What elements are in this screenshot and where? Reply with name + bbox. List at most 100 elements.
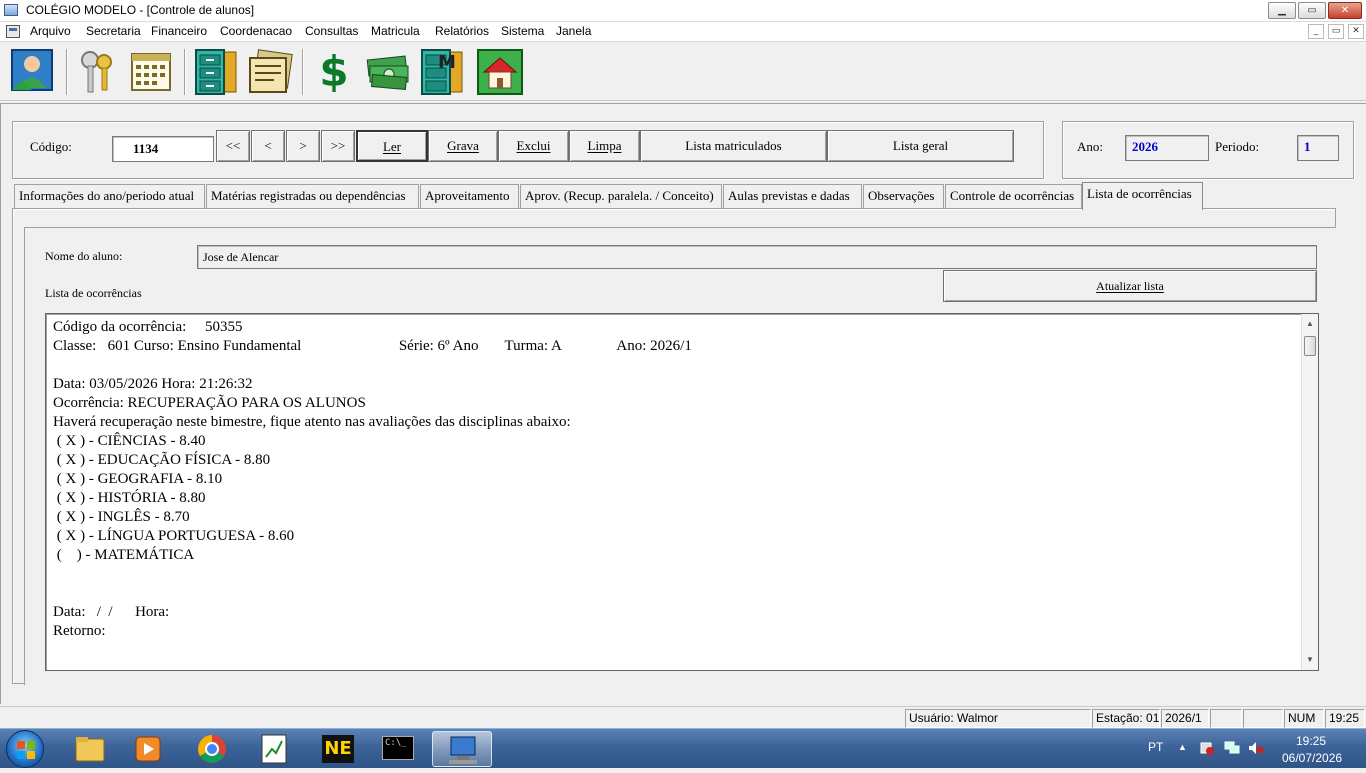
memo-line: ( X ) - EDUCAÇÃO FÍSICA - 8.80 [53,452,271,468]
mdi-child-icon[interactable] [6,25,20,38]
status-time: 19:25 [1325,709,1365,728]
file-cabinet-icon[interactable] [190,46,242,98]
start-button[interactable] [6,730,44,768]
documents-icon[interactable] [244,46,296,98]
periodo-label: Periodo: [1215,139,1260,154]
chrome-icon[interactable] [184,731,240,767]
menu-janela[interactable]: Janela [554,24,593,38]
menu-consultas[interactable]: Consultas [303,24,360,38]
tab-lista-ocorrencias[interactable]: Lista de ocorrências [1082,182,1203,210]
mdi-minimize-button[interactable]: _ [1308,24,1324,39]
vertical-scrollbar[interactable]: ▲ ▼ [1301,314,1318,670]
memo-line: Data: 03/05/2026 Hora: 21:26:32 [53,376,253,392]
clock-time[interactable]: 19:25 [1296,734,1326,748]
periodo-field: 1 [1297,135,1339,161]
memo-line: Retorno: [53,623,106,639]
clock-date[interactable]: 06/07/2026 [1282,751,1342,765]
user-card-icon[interactable] [8,46,60,98]
status-bar: Usuário: Walmor Estação: 01 2026/1 NUM 1… [0,706,1366,728]
menu-arquivo[interactable]: Arquivo [28,24,73,38]
calendar-icon[interactable] [126,46,178,98]
keys-icon[interactable] [72,46,124,98]
tab-aprov-recup[interactable]: Aprov. (Recup. paralela. / Conceito) [520,184,722,208]
file-cabinet-m-icon[interactable]: M [416,46,468,98]
memo-line [53,584,1293,603]
menu-secretaria[interactable]: Secretaria [84,24,143,38]
taskbar: NE C:\_ PT ▲ 19:25 06/07/2026 [0,728,1366,768]
maximize-button[interactable]: ▭ [1298,2,1326,19]
tab-informacoes[interactable]: Informações do ano/periodo atual [14,184,205,208]
tab-controle-ocorrencias[interactable]: Controle de ocorrências [945,184,1082,208]
atualizar-lista-button[interactable]: Atualizar lista [943,270,1317,302]
scroll-up-icon[interactable]: ▲ [1302,316,1318,332]
terminal-text: C:\_ [382,736,414,760]
tray-expand-icon[interactable]: ▲ [1178,742,1187,752]
window-title: COLÉGIO MODELO - [Controle de alunos] [26,3,255,17]
tab-observacoes[interactable]: Observações [863,184,944,208]
tab-materias[interactable]: Matérias registradas ou dependências [206,184,419,208]
ne-text: NE [322,735,354,763]
memo-line: Classe: 601 Curso: Ensino Fundamental Sé… [53,338,692,354]
memo-line: Haverá recuperação neste bimestre, fique… [53,414,571,430]
dollar-icon[interactable]: $ [308,46,360,98]
notepad-chart-icon[interactable] [246,731,302,767]
mdi-restore-button[interactable]: ▭ [1328,24,1344,39]
cabinet-letter: M [438,52,456,73]
network-icon[interactable] [1224,741,1240,755]
windows-logo-icon [17,741,35,759]
ocorrencias-memo[interactable]: Código da ocorrência: 50355 Classe: 601 C… [45,313,1319,671]
nav-first-button[interactable]: << [216,130,250,162]
status-usuario: Usuário: Walmor [905,709,1091,728]
lista-matriculados-button[interactable]: Lista matriculados [640,130,827,162]
limpa-button[interactable]: Limpa [569,130,640,162]
volume-muted-icon[interactable] [1248,741,1264,755]
nav-prev-button[interactable]: < [251,130,285,162]
close-button[interactable]: ✕ [1328,2,1362,19]
menu-coordenacao[interactable]: Coordenacao [218,24,294,38]
money-bills-icon[interactable] [362,46,414,98]
home-icon[interactable] [474,46,526,98]
menu-sistema[interactable]: Sistema [499,24,546,38]
mdi-close-button[interactable]: ✕ [1348,24,1364,39]
ler-button[interactable]: Ler [356,130,428,162]
language-indicator[interactable]: PT [1148,740,1163,754]
grava-button[interactable]: Grava [428,130,498,162]
nome-aluno-field: Jose de Alencar [197,245,1317,269]
nav-last-button[interactable]: >> [321,130,355,162]
lista-geral-button[interactable]: Lista geral [827,130,1014,162]
status-blank-2 [1243,709,1283,728]
menu-financeiro[interactable]: Financeiro [149,24,209,38]
memo-line: ( X ) - GEOGRAFIA - 8.10 [53,471,223,487]
menu-matricula[interactable]: Matricula [369,24,422,38]
codigo-input[interactable]: 1134 [112,136,214,162]
memo-line: Código da ocorrência: 50355 [53,319,243,335]
network-computer-icon[interactable] [432,731,492,767]
media-player-icon[interactable] [120,731,176,767]
memo-line: ( X ) - INGLÊS - 8.70 [53,509,190,525]
lista-ocorrencias-label: Lista de ocorrências [45,286,142,300]
scroll-down-icon[interactable]: ▼ [1302,652,1318,668]
scroll-thumb[interactable] [1304,336,1316,356]
menu-relatorios[interactable]: Relatórios [433,24,491,38]
nav-next-button[interactable]: > [286,130,320,162]
terminal-icon[interactable]: C:\_ [370,731,426,767]
tab-aproveitamento[interactable]: Aproveitamento [420,184,519,208]
status-ano-periodo: 2026/1 [1161,709,1209,728]
title-bar: COLÉGIO MODELO - [Controle de alunos] ▁ … [0,0,1366,22]
memo-line: ( X ) - LÍNGUA PORTUGUESA - 8.60 [53,528,295,544]
exclui-button[interactable]: Exclui [498,130,569,162]
memo-line [53,356,1293,375]
memo-line: ( X ) - CIÊNCIAS - 8.40 [53,433,206,449]
toolbar-separator [66,49,68,95]
toolbar: $ M [0,43,1366,101]
action-center-icon[interactable] [1200,741,1214,755]
tab-aulas[interactable]: Aulas previstas e dadas [723,184,862,208]
toolbar-separator [302,49,304,95]
memo-line: Data: / / Hora: [53,604,170,620]
memo-line [53,565,1293,584]
memo-line: ( ) - MATEMÁTICA [53,547,195,563]
ne-icon[interactable]: NE [310,731,366,767]
folder-icon[interactable] [62,731,118,767]
minimize-button[interactable]: ▁ [1268,2,1296,19]
toolbar-separator [184,49,186,95]
